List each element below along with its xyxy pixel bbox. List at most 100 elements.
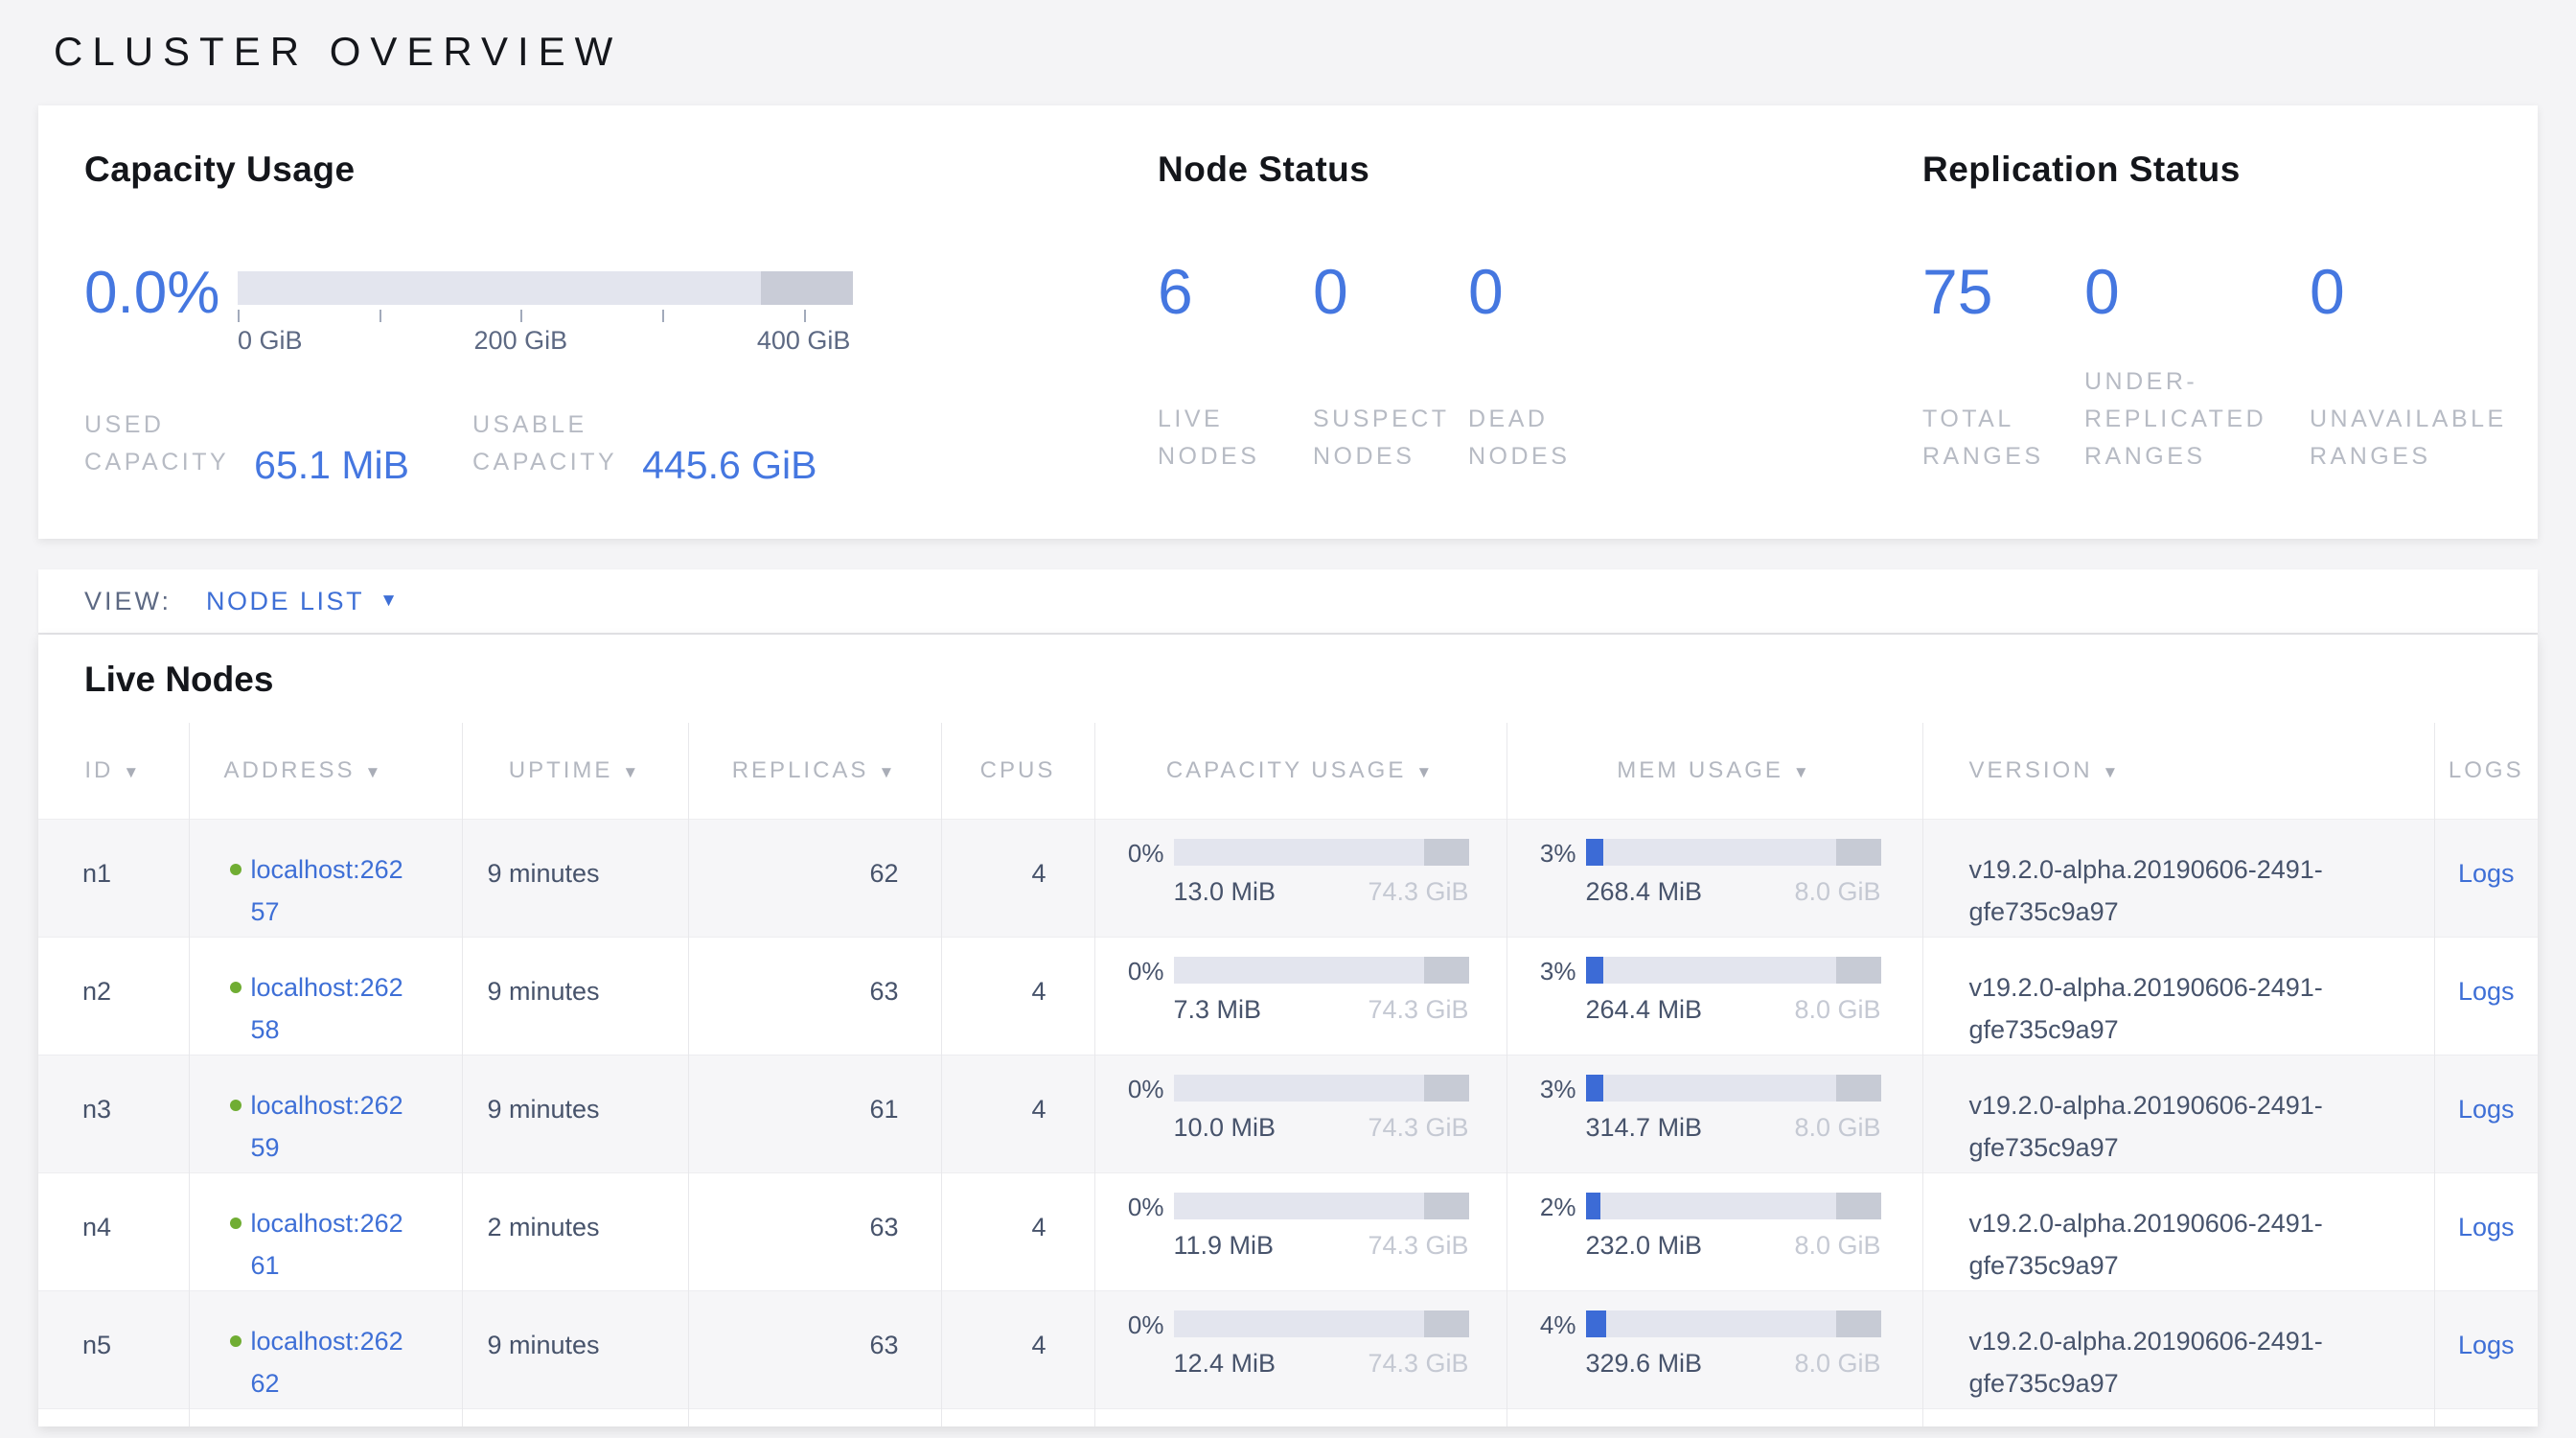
node-mem-usage-cell: 3% 314.7 MiB8.0 GiB: [1506, 1055, 1922, 1172]
column-header-capacity-usage[interactable]: CAPACITY USAGE▼: [1094, 723, 1506, 819]
suspect-nodes-stat: 0 SUSPECTNODES: [1313, 257, 1468, 475]
mem-max: 8.0 GiB: [1794, 1347, 1880, 1380]
node-address-link[interactable]: localhost:26261: [251, 1202, 410, 1287]
node-address-link[interactable]: localhost:26258: [251, 966, 410, 1051]
node-address-link[interactable]: localhost:26259: [251, 1084, 410, 1169]
capacity-max: 74.3 GiB: [1368, 1111, 1468, 1144]
mem-max: 8.0 GiB: [1794, 1229, 1880, 1262]
capacity-max: 74.3 GiB: [1368, 993, 1468, 1026]
mem-used: 232.0 MiB: [1586, 1229, 1703, 1262]
capacity-stats: USED CAPACITY 65.1 MiB USABLE CAPACITY 4…: [84, 406, 1119, 481]
logs-link[interactable]: Logs: [2458, 977, 2515, 1006]
node-mem-usage-cell: 3% 268.4 MiB8.0 GiB: [1506, 819, 1922, 937]
mem-max: 8.0 GiB: [1794, 875, 1880, 908]
page-title: CLUSTER OVERVIEW: [0, 0, 2576, 75]
node-cpus: 4: [941, 937, 1094, 1055]
cluster-summary-card: Capacity Usage 0.0% 0 GiB 200 GiB 400 Gi…: [38, 105, 2538, 539]
column-header-replicas[interactable]: REPLICAS▼: [688, 723, 941, 819]
capacity-pct: 0%: [1095, 1075, 1164, 1103]
used-capacity-label: USED CAPACITY: [84, 406, 229, 481]
view-label: VIEW:: [84, 587, 172, 616]
logs-link[interactable]: Logs: [2458, 859, 2515, 888]
view-dropdown-selected: NODE LIST: [206, 587, 364, 616]
mem-max: 8.0 GiB: [1794, 993, 1880, 1026]
mem-bar: [1586, 1193, 1881, 1219]
capacity-usage-section: Capacity Usage 0.0% 0 GiB 200 GiB 400 Gi…: [84, 105, 1119, 539]
mem-pct: 4%: [1507, 1310, 1576, 1339]
unavailable-ranges-stat: 0 UNAVAILABLERANGES: [2310, 257, 2345, 475]
mem-used: 268.4 MiB: [1586, 875, 1703, 908]
column-header-id[interactable]: ID▼: [38, 723, 189, 819]
node-address-link[interactable]: localhost:26262: [251, 1320, 410, 1404]
capacity-max: 74.3 GiB: [1368, 1347, 1468, 1380]
capacity-bar: [1174, 1193, 1469, 1219]
node-address-cell: localhost:26261: [189, 1172, 462, 1290]
logs-link[interactable]: Logs: [2458, 1213, 2515, 1241]
column-header-mem-usage[interactable]: MEM USAGE▼: [1506, 723, 1922, 819]
column-header-uptime[interactable]: UPTIME▼: [462, 723, 688, 819]
logs-link[interactable]: Logs: [2458, 1331, 2515, 1359]
node-address-link[interactable]: localhost:26257: [251, 848, 410, 933]
used-capacity-value: 65.1 MiB: [254, 443, 409, 488]
mem-pct: 2%: [1507, 1193, 1576, 1221]
live-status-icon: [230, 864, 242, 875]
mem-bar: [1586, 957, 1881, 984]
node-version: v19.2.0-alpha.20190606-2491-gfe735c9a97: [1922, 819, 2434, 937]
table-row: n4 localhost:26261 2 minutes 63 4 0% 11.…: [38, 1172, 2538, 1290]
node-uptime: 2 minutes: [462, 1172, 688, 1290]
total-ranges-stat: 75 TOTALRANGES: [1922, 257, 2084, 475]
table-row-partial: [38, 1408, 2538, 1426]
node-replicas: 61: [688, 1055, 941, 1172]
under-replicated-ranges-stat: 0 UNDER-REPLICATEDRANGES: [2084, 257, 2310, 475]
sort-icon: ▼: [365, 763, 384, 781]
column-header-address[interactable]: ADDRESS▼: [189, 723, 462, 819]
node-status-section: Node Status 6 LIVENODES 0 SUSPECTNODES 0…: [1158, 105, 1896, 539]
logs-link[interactable]: Logs: [2458, 1095, 2515, 1124]
node-capacity-usage-cell: 0% 11.9 MiB74.3 GiB: [1094, 1172, 1506, 1290]
column-header-cpus: CPUS: [941, 723, 1094, 819]
mem-max: 8.0 GiB: [1794, 1111, 1880, 1144]
capacity-max: 74.3 GiB: [1368, 875, 1468, 908]
view-bar: VIEW: NODE LIST ▼: [38, 569, 2538, 635]
capacity-used: 12.4 MiB: [1174, 1347, 1276, 1380]
node-cpus: 4: [941, 1055, 1094, 1172]
column-header-logs: LOGS: [2434, 723, 2538, 819]
node-version: v19.2.0-alpha.20190606-2491-gfe735c9a97: [1922, 937, 2434, 1055]
node-version: v19.2.0-alpha.20190606-2491-gfe735c9a97: [1922, 1290, 2434, 1408]
live-status-icon: [230, 1335, 242, 1347]
node-uptime: 9 minutes: [462, 1290, 688, 1408]
capacity-bar-wrap: 0 GiB 200 GiB 400 GiB: [238, 259, 853, 351]
table-header-row: ID▼ ADDRESS▼ UPTIME▼ REPLICAS▼ CPUS CAPA…: [38, 723, 2538, 819]
capacity-used: 11.9 MiB: [1174, 1229, 1275, 1262]
table-row: n5 localhost:26262 9 minutes 63 4 0% 12.…: [38, 1290, 2538, 1408]
node-replicas: 62: [688, 819, 941, 937]
column-header-version[interactable]: VERSION▼: [1922, 723, 2434, 819]
sort-icon: ▼: [1415, 763, 1435, 781]
cluster-overview-page: CLUSTER OVERVIEW Capacity Usage 0.0% 0 G…: [0, 0, 2576, 1438]
live-nodes-table: ID▼ ADDRESS▼ UPTIME▼ REPLICAS▼ CPUS CAPA…: [38, 723, 2538, 1426]
capacity-usage-title: Capacity Usage: [84, 150, 1119, 190]
dead-nodes-stat: 0 DEADNODES: [1468, 257, 1623, 475]
node-mem-usage-cell: 4% 329.6 MiB8.0 GiB: [1506, 1290, 1922, 1408]
node-address-cell: localhost:26258: [189, 937, 462, 1055]
node-uptime: 9 minutes: [462, 819, 688, 937]
usable-capacity-value: 445.6 GiB: [642, 443, 816, 488]
view-dropdown[interactable]: NODE LIST ▼: [206, 587, 398, 616]
live-status-icon: [230, 1218, 242, 1229]
mem-bar: [1586, 1075, 1881, 1102]
capacity-bar: [1174, 957, 1469, 984]
table-row: n2 localhost:26258 9 minutes 63 4 0% 7.3…: [38, 937, 2538, 1055]
node-replicas: 63: [688, 1290, 941, 1408]
node-id: n5: [38, 1290, 189, 1408]
capacity-usage-chart: 0.0% 0 GiB 200 GiB 400 GiB: [84, 259, 1119, 351]
capacity-max: 74.3 GiB: [1368, 1229, 1468, 1262]
usable-capacity-label: USABLE CAPACITY: [472, 406, 617, 481]
live-nodes-section: Live Nodes ID▼ ADDRESS▼ UPTIME▼ REPLICAS…: [38, 635, 2538, 1426]
sort-icon: ▼: [878, 763, 897, 781]
tick-label-200: 200 GiB: [474, 326, 568, 356]
node-version: v19.2.0-alpha.20190606-2491-gfe735c9a97: [1922, 1055, 2434, 1172]
node-mem-usage-cell: 2% 232.0 MiB 8.0 GiB: [1506, 1172, 1922, 1290]
node-replicas: 63: [688, 937, 941, 1055]
replication-status-stats: 75 TOTALRANGES 0 UNDER-REPLICATEDRANGES …: [1922, 257, 2574, 475]
node-cpus: 4: [941, 819, 1094, 937]
